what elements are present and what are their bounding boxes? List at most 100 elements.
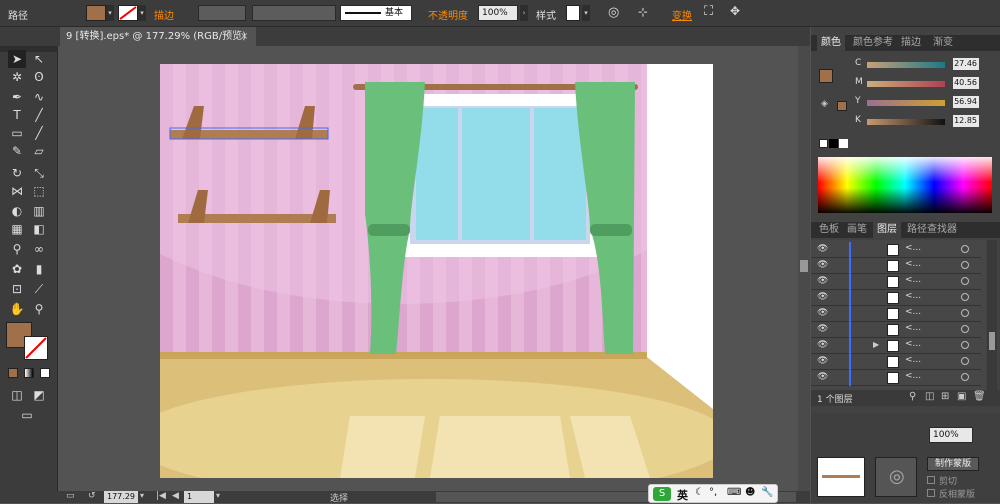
- delete-layer-icon[interactable]: 🗑: [973, 391, 986, 402]
- rotate-icon[interactable]: ↻: [8, 164, 26, 182]
- eye-icon[interactable]: 👁: [817, 372, 828, 382]
- zoom-dropdown-icon[interactable]: ▾: [140, 491, 144, 500]
- fill-dropdown[interactable]: ▾: [106, 5, 114, 21]
- tab-stroke[interactable]: 描边: [897, 35, 925, 51]
- direct-selection-icon[interactable]: ↖: [30, 50, 48, 68]
- magic-wand-icon[interactable]: ✲: [8, 68, 26, 86]
- target-icon[interactable]: [961, 277, 969, 285]
- c-slider[interactable]: [867, 62, 945, 68]
- vertical-scrollbar[interactable]: [798, 46, 810, 491]
- type-tool-icon[interactable]: T: [8, 106, 26, 124]
- layer-row[interactable]: 👁 <...: [811, 258, 981, 274]
- stroke-color-box[interactable]: [24, 336, 48, 360]
- transparency-opacity-field[interactable]: 100%: [929, 427, 973, 443]
- opacity-label[interactable]: 不透明度: [428, 7, 468, 22]
- layer-row[interactable]: 👁 ▶ <...: [811, 338, 981, 354]
- none-swatch[interactable]: [819, 139, 828, 148]
- panel-menu-icon[interactable]: ✥: [730, 4, 740, 18]
- c-value[interactable]: 27.46: [953, 58, 979, 70]
- m-value[interactable]: 40.56: [953, 77, 979, 89]
- make-mask-button[interactable]: 制作蒙版: [927, 457, 979, 471]
- eye-icon[interactable]: 👁: [817, 244, 828, 254]
- prev-page-icon[interactable]: ◀: [172, 491, 179, 501]
- rectangle-tool-icon[interactable]: ▭: [8, 124, 26, 142]
- artboard-tool-icon[interactable]: ⊡: [8, 280, 26, 298]
- new-layer-icon[interactable]: ▣: [957, 391, 966, 402]
- layer-row[interactable]: 👁 <...: [811, 290, 981, 306]
- draw-inside-icon[interactable]: ◩: [30, 386, 48, 404]
- tab-swatches[interactable]: 色板: [815, 222, 843, 238]
- lasso-icon[interactable]: ʘ: [30, 68, 48, 86]
- mesh-tool-icon[interactable]: ▦: [8, 220, 26, 238]
- layer-row[interactable]: 👁 <...: [811, 242, 981, 258]
- recolor-icon[interactable]: ◎: [608, 5, 619, 20]
- clip-checkbox[interactable]: [927, 476, 935, 484]
- selection-tool-icon[interactable]: ➤: [8, 50, 26, 68]
- stroke-swatch[interactable]: [118, 5, 138, 21]
- isolate-icon[interactable]: ⛶: [704, 4, 713, 19]
- eye-icon[interactable]: 👁: [817, 356, 828, 366]
- wrench-icon[interactable]: 🔧: [761, 487, 773, 498]
- eye-icon[interactable]: 👁: [817, 340, 828, 350]
- black-swatch[interactable]: [829, 139, 838, 148]
- pen-tool-icon[interactable]: ✒: [8, 88, 26, 106]
- layer-row[interactable]: 👁 <...: [811, 306, 981, 322]
- locate-object-icon[interactable]: ⚲: [909, 391, 916, 402]
- target-icon[interactable]: [961, 261, 969, 269]
- target-icon[interactable]: [961, 293, 969, 301]
- align-icon[interactable]: ⊹: [638, 5, 648, 19]
- color-spectrum[interactable]: [818, 157, 992, 213]
- variable-width-profile[interactable]: [252, 5, 336, 21]
- tab-layers[interactable]: 图层: [873, 222, 901, 238]
- target-icon[interactable]: [961, 325, 969, 333]
- stroke-weight-field[interactable]: [198, 5, 246, 21]
- target-icon[interactable]: [961, 341, 969, 349]
- curvature-icon[interactable]: ∿: [30, 88, 48, 106]
- target-icon[interactable]: [961, 373, 969, 381]
- color-panel-stroke[interactable]: [837, 101, 847, 111]
- layers-scroll-thumb[interactable]: [989, 332, 995, 350]
- target-icon[interactable]: [961, 357, 969, 365]
- style-dropdown[interactable]: ▾: [582, 5, 590, 21]
- tab-brushes[interactable]: 画笔: [843, 222, 871, 238]
- expand-arrow-icon[interactable]: ▶: [873, 340, 879, 349]
- screen-mode-icon[interactable]: ▭: [18, 406, 36, 424]
- color-panel-fill[interactable]: [819, 69, 833, 83]
- invert-mask-checkbox[interactable]: [927, 489, 935, 497]
- new-sublayer-icon[interactable]: ⊞: [941, 391, 949, 402]
- layer-row[interactable]: 👁 <...: [811, 354, 981, 370]
- free-transform-icon[interactable]: ⬚: [30, 182, 48, 200]
- stroke-dropdown[interactable]: ▾: [138, 5, 146, 21]
- rotate-view-icon[interactable]: ↺: [88, 491, 96, 501]
- scale-icon[interactable]: ⤡: [30, 164, 48, 182]
- punctuation-icon[interactable]: °,: [709, 487, 717, 498]
- white-swatch[interactable]: [839, 139, 848, 148]
- k-value[interactable]: 12.85: [953, 115, 979, 127]
- target-icon[interactable]: [961, 309, 969, 317]
- tab-color-guide[interactable]: 颜色参考: [849, 35, 897, 51]
- perspective-grid-icon[interactable]: ▥: [30, 202, 48, 220]
- y-slider[interactable]: [867, 100, 945, 106]
- first-page-icon[interactable]: |◀: [156, 491, 166, 501]
- target-icon[interactable]: [961, 245, 969, 253]
- document-tab[interactable]: 9 [转换].eps* @ 177.29% (RGB/预览): [60, 27, 256, 46]
- color-mode-icon[interactable]: [8, 368, 18, 378]
- paintbrush-icon[interactable]: ╱: [30, 124, 48, 142]
- zoom-tool-icon[interactable]: ⚲: [30, 300, 48, 318]
- layer-row[interactable]: 👁 <...: [811, 274, 981, 290]
- slice-tool-icon[interactable]: ⟋: [30, 280, 48, 298]
- fit-icon[interactable]: ▭: [66, 491, 75, 501]
- layer-row[interactable]: 👁 <...: [811, 322, 981, 338]
- width-tool-icon[interactable]: ⋈: [8, 182, 26, 200]
- tab-pathfinder[interactable]: 路径查找器: [903, 222, 961, 238]
- hand-tool-icon[interactable]: ✋: [8, 300, 26, 318]
- user-icon[interactable]: ☻: [745, 487, 755, 498]
- opacity-field[interactable]: 100%: [478, 5, 518, 21]
- line-tool-icon[interactable]: ╱: [30, 106, 48, 124]
- symbol-sprayer-icon[interactable]: ✿: [8, 260, 26, 278]
- eye-icon[interactable]: 👁: [817, 308, 828, 318]
- y-value[interactable]: 56.94: [953, 96, 979, 108]
- gradient-mode-icon[interactable]: [24, 368, 34, 378]
- artboard[interactable]: [160, 64, 713, 478]
- none-mode-icon[interactable]: [40, 368, 50, 378]
